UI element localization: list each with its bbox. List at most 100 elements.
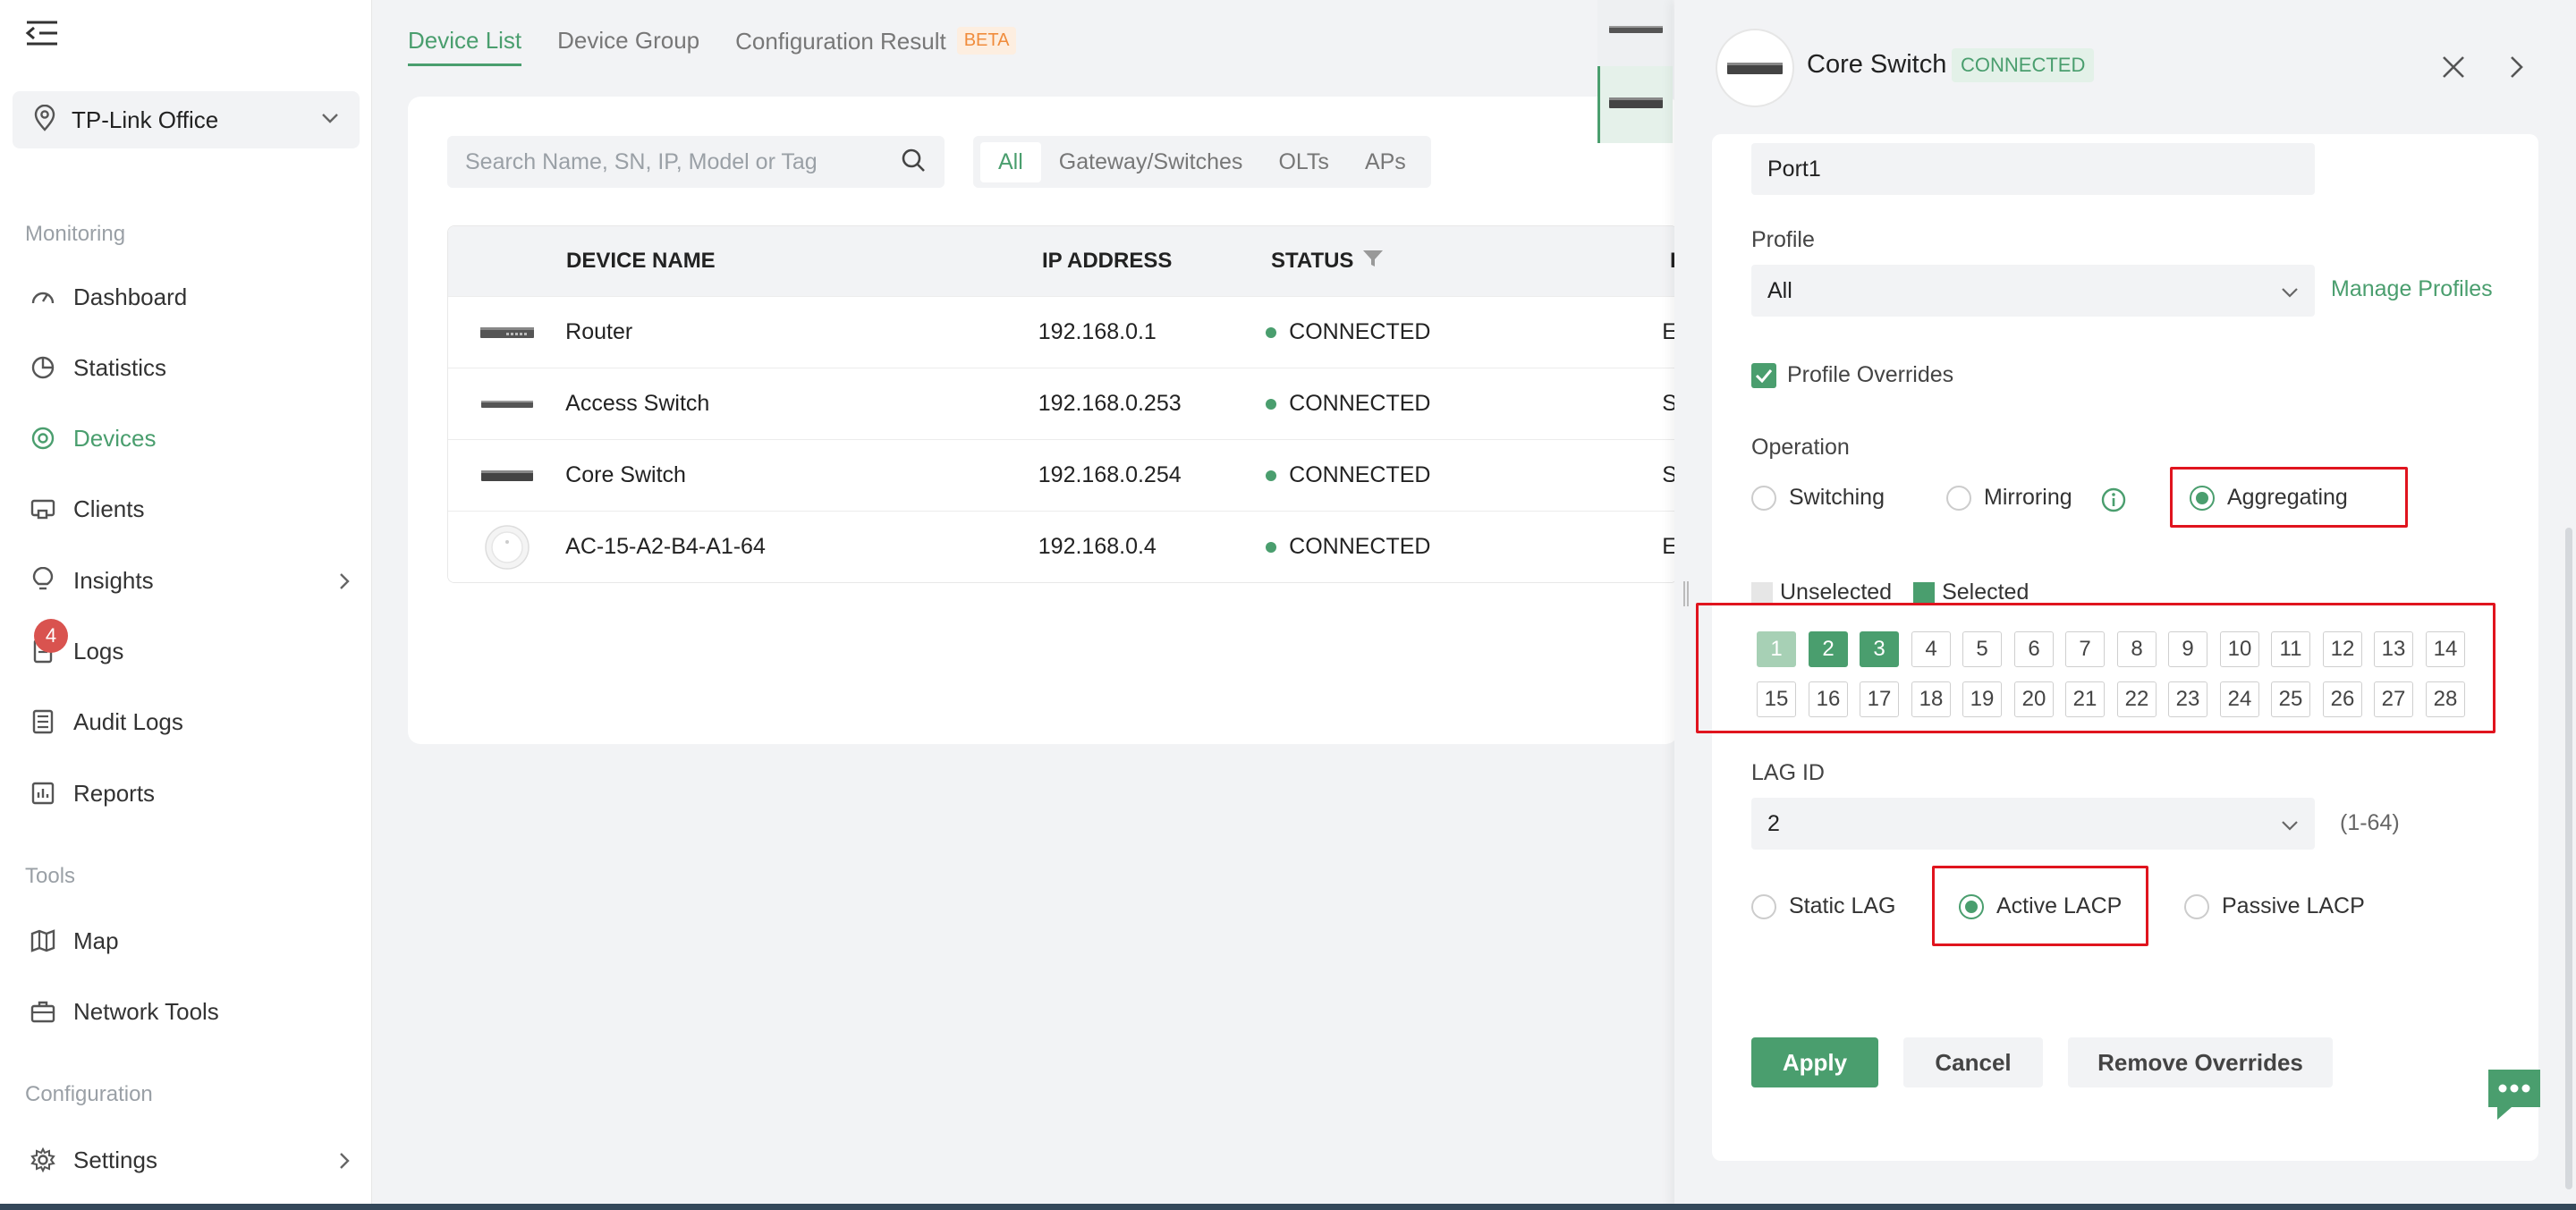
- port-14[interactable]: 14: [2426, 631, 2465, 667]
- sidebar-item-audit-logs[interactable]: Audit Logs: [0, 695, 372, 749]
- sidebar-item-dashboard[interactable]: Dashboard: [0, 270, 372, 324]
- port-15[interactable]: 15: [1757, 681, 1796, 717]
- port-10[interactable]: 10: [2220, 631, 2259, 667]
- port-24[interactable]: 24: [2220, 681, 2259, 717]
- chat-bubble-icon[interactable]: [2485, 1066, 2544, 1125]
- sidebar-item-network-tools[interactable]: Network Tools: [0, 985, 372, 1038]
- profile-select[interactable]: All: [1751, 265, 2315, 317]
- radio-circle: [1946, 485, 1971, 511]
- device-name[interactable]: Core Switch: [565, 462, 1038, 488]
- manage-profiles-link[interactable]: Manage Profiles: [2331, 276, 2493, 302]
- legend-unselected-label: Unselected: [1780, 580, 1893, 605]
- table-row[interactable]: Access Switch 192.168.0.253 CONNECTED S: [448, 368, 1677, 439]
- remove-overrides-button[interactable]: Remove Overrides: [2068, 1037, 2333, 1087]
- port-18[interactable]: 18: [1911, 681, 1951, 717]
- filter-funnel-icon[interactable]: [1362, 249, 1384, 275]
- column-ip-address[interactable]: IP ADDRESS: [1042, 249, 1271, 274]
- reports-icon: [27, 777, 59, 809]
- port-12[interactable]: 12: [2323, 631, 2362, 667]
- drawer-scrollbar[interactable]: [2565, 528, 2572, 1189]
- info-icon[interactable]: [2100, 487, 2127, 518]
- device-status: CONNECTED: [1266, 534, 1662, 560]
- profile-overrides-checkbox[interactable]: Profile Overrides: [1751, 362, 1953, 388]
- port-26[interactable]: 26: [2323, 681, 2362, 717]
- port-2[interactable]: 2: [1809, 631, 1848, 667]
- port-27[interactable]: 27: [2374, 681, 2413, 717]
- filter-gateway-switches[interactable]: Gateway/Switches: [1041, 142, 1261, 182]
- port-6[interactable]: 6: [2014, 631, 2054, 667]
- port-9[interactable]: 9: [2168, 631, 2207, 667]
- port-20[interactable]: 20: [2014, 681, 2054, 717]
- port-22[interactable]: 22: [2117, 681, 2157, 717]
- lag-id-select[interactable]: 2: [1751, 798, 2315, 850]
- radio-switching[interactable]: Switching: [1751, 485, 1885, 511]
- port-13[interactable]: 13: [2374, 631, 2413, 667]
- device-name[interactable]: Access Switch: [565, 391, 1038, 417]
- thumbnail-switch-icon[interactable]: [1608, 23, 1664, 40]
- resize-handle[interactable]: [1683, 581, 1689, 606]
- sidebar-item-statistics[interactable]: Statistics: [0, 341, 372, 394]
- table-row[interactable]: Router 192.168.0.1 CONNECTED E: [448, 296, 1677, 368]
- cancel-button[interactable]: Cancel: [1903, 1037, 2043, 1087]
- apply-button[interactable]: Apply: [1751, 1037, 1878, 1087]
- radio-static-lag[interactable]: Static LAG: [1751, 893, 1896, 919]
- radio-passive-lacp[interactable]: Passive LACP: [2184, 893, 2365, 919]
- menu-collapse-icon[interactable]: [25, 18, 59, 48]
- clients-icon: [27, 493, 59, 525]
- map-icon: [27, 925, 59, 957]
- device-ip: 192.168.0.253: [1038, 391, 1182, 416]
- sidebar-item-clients[interactable]: Clients: [0, 482, 372, 536]
- column-device-name[interactable]: DEVICE NAME: [566, 249, 1042, 274]
- tab-device-list[interactable]: Device List: [408, 27, 522, 66]
- status-dot: [1266, 326, 1277, 338]
- radio-label: Passive LACP: [2222, 893, 2365, 918]
- port-4[interactable]: 4: [1911, 631, 1951, 667]
- switch-device-icon: [448, 468, 565, 484]
- port-3[interactable]: 3: [1860, 631, 1899, 667]
- dashboard-icon: [27, 281, 59, 313]
- radio-mirroring[interactable]: Mirroring: [1946, 485, 2072, 511]
- radio-active-lacp[interactable]: Active LACP: [1959, 893, 2122, 919]
- port-23[interactable]: 23: [2168, 681, 2207, 717]
- column-status[interactable]: STATUS: [1271, 249, 1670, 275]
- port-11[interactable]: 11: [2271, 631, 2310, 667]
- lightbulb-icon: [27, 564, 59, 597]
- sidebar-item-label: Audit Logs: [73, 707, 183, 735]
- device-type-filter: All Gateway/Switches OLTs APs: [973, 136, 1431, 188]
- port-legend: Unselected Selected: [1751, 580, 2029, 605]
- port-8[interactable]: 8: [2117, 631, 2157, 667]
- status-text: CONNECTED: [1289, 462, 1431, 487]
- port-19[interactable]: 19: [1962, 681, 2002, 717]
- device-name[interactable]: Router: [565, 319, 1038, 345]
- port-16[interactable]: 16: [1809, 681, 1848, 717]
- tab-device-group[interactable]: Device Group: [557, 27, 699, 63]
- device-name[interactable]: AC-15-A2-B4-A1-64: [565, 534, 1038, 560]
- port-25[interactable]: 25: [2271, 681, 2310, 717]
- close-icon[interactable]: [2440, 54, 2467, 85]
- filter-aps[interactable]: APs: [1347, 142, 1424, 182]
- tab-configuration-result[interactable]: Configuration Result BETA: [735, 27, 1017, 64]
- column-status-label: STATUS: [1271, 249, 1354, 273]
- port-1[interactable]: 1: [1757, 631, 1796, 667]
- port-5[interactable]: 5: [1962, 631, 2002, 667]
- sidebar-item-insights[interactable]: Insights: [0, 554, 372, 607]
- site-selector[interactable]: TP-Link Office: [13, 91, 360, 148]
- sidebar-item-devices[interactable]: Devices: [0, 411, 372, 465]
- chevron-right-icon[interactable]: [2508, 54, 2526, 85]
- port-28[interactable]: 28: [2426, 681, 2465, 717]
- radio-aggregating[interactable]: Aggregating: [2190, 485, 2348, 511]
- sidebar-item-settings[interactable]: Settings: [0, 1133, 372, 1187]
- table-row[interactable]: AC-15-A2-B4-A1-64 192.168.0.4 CONNECTED …: [448, 511, 1677, 582]
- search-input[interactable]: [465, 148, 900, 175]
- search-icon[interactable]: [900, 147, 927, 178]
- port-name-field[interactable]: Port1: [1751, 143, 2315, 195]
- port-7[interactable]: 7: [2065, 631, 2105, 667]
- port-21[interactable]: 21: [2065, 681, 2105, 717]
- table-row[interactable]: Core Switch 192.168.0.254 CONNECTED S: [448, 439, 1677, 511]
- sidebar-item-reports[interactable]: Reports: [0, 766, 372, 820]
- filter-all[interactable]: All: [980, 141, 1041, 182]
- filter-olts[interactable]: OLTs: [1260, 142, 1347, 182]
- port-17[interactable]: 17: [1860, 681, 1899, 717]
- sidebar-item-map[interactable]: Map: [0, 914, 372, 968]
- device-ip: 192.168.0.4: [1038, 534, 1157, 559]
